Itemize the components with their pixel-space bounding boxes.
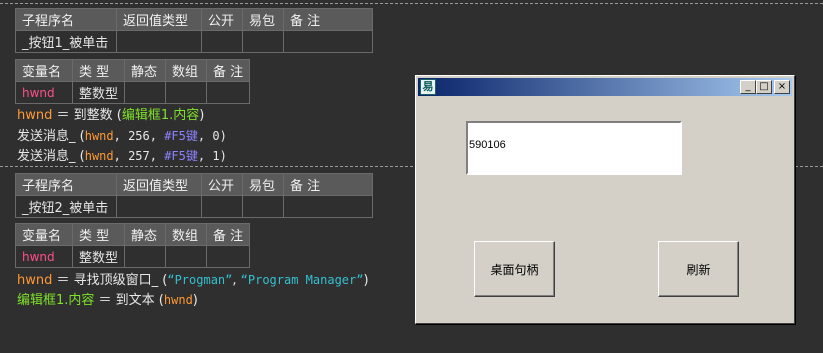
- col-public: 公开: [201, 8, 243, 31]
- sub1-header-table: 子程序名 返回值类型 公开 易包 备 注 _按钮1_被单击: [15, 8, 373, 53]
- var-type-cell[interactable]: 整数型: [71, 245, 126, 268]
- sub-name-cell[interactable]: _按钮1_被单击: [15, 30, 117, 53]
- desktop-handle-button[interactable]: 桌面句柄: [474, 241, 555, 297]
- app-icon: 易: [420, 79, 436, 95]
- sub2-var-table: 变量名 类 型 静态 数组 备 注 hwnd 整数型: [15, 223, 251, 268]
- col-sub-name: 子程序名: [15, 8, 117, 31]
- refresh-button[interactable]: 刷新: [658, 241, 739, 297]
- sub1-var-table: 变量名 类 型 静态 数组 备 注 hwnd 整数型: [15, 59, 251, 104]
- close-button[interactable]: ×: [774, 80, 790, 94]
- edit-box[interactable]: 590106: [466, 121, 682, 175]
- code-line[interactable]: 编辑框1.内容 ＝ 到文本 (hwnd): [17, 291, 198, 310]
- title-bar[interactable]: 易 _ □ ×: [418, 78, 792, 96]
- code-line[interactable]: hwnd ＝ 寻找顶级窗口_ (“Progman”, “Program Mana…: [17, 271, 369, 290]
- code-line[interactable]: hwnd ＝ 到整数 (编辑框1.内容): [17, 107, 204, 125]
- var-type-cell[interactable]: 整数型: [71, 81, 126, 104]
- separator-top: [0, 3, 823, 4]
- preview-window: 易 _ □ × 590106 桌面句柄 刷新: [415, 75, 795, 324]
- sub2-header-table: 子程序名 返回值类型 公开 易包 备 注 _按钮2_被单击: [15, 173, 373, 218]
- code-line[interactable]: 发送消息_ (hwnd, 256, #F5键, 0): [17, 127, 227, 146]
- col-package: 易包: [242, 8, 284, 31]
- maximize-button[interactable]: □: [756, 80, 772, 94]
- code-line[interactable]: 发送消息_ (hwnd, 257, #F5键, 1): [17, 147, 227, 166]
- var-name-cell[interactable]: hwnd: [15, 245, 73, 268]
- var-name-cell[interactable]: hwnd: [15, 81, 73, 104]
- minimize-button[interactable]: _: [740, 80, 756, 94]
- sub-name-cell[interactable]: _按钮2_被单击: [15, 195, 117, 218]
- col-return-type: 返回值类型: [116, 8, 202, 31]
- col-remark: 备 注: [283, 8, 373, 31]
